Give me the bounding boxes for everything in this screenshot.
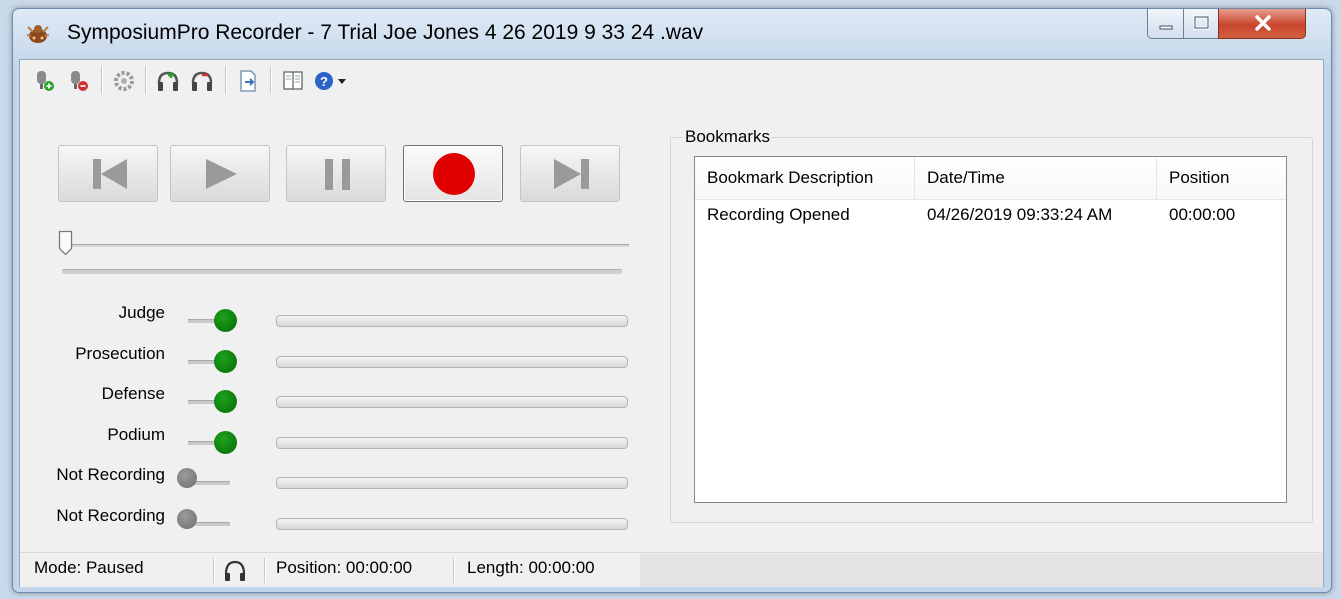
- toolbar-separator: [270, 66, 272, 94]
- bookmarks-header: Bookmark Description Date/Time Position: [695, 157, 1286, 200]
- app-window: SymposiumPro Recorder - 7 Trial Joe Jone…: [12, 8, 1332, 593]
- bookmark-position-cell: 00:00:00: [1169, 205, 1236, 224]
- maximize-button[interactable]: [1183, 9, 1219, 39]
- play-icon: [206, 159, 237, 189]
- window-title: SymposiumPro Recorder - 7 Trial Joe Jone…: [67, 21, 704, 44]
- column-header-description[interactable]: Bookmark Description: [695, 157, 915, 199]
- position-progress-bar: [62, 269, 622, 274]
- add-channel-icon[interactable]: [156, 69, 180, 93]
- channel-label: Podium: [107, 425, 165, 444]
- status-position: Position: 00:00:00: [276, 558, 413, 577]
- close-button[interactable]: [1218, 9, 1306, 39]
- toolbar-separator: [225, 66, 227, 94]
- bookmark-description-cell: Recording Opened: [707, 205, 850, 224]
- status-separator: [453, 558, 455, 583]
- column-header-position[interactable]: Position: [1157, 157, 1286, 199]
- play-button[interactable]: [170, 145, 270, 202]
- toolbar-separator: [101, 66, 103, 94]
- skip-back-icon: [93, 159, 127, 189]
- channel-label: Not Recording: [56, 506, 165, 525]
- channel-level-meter: [276, 315, 628, 327]
- toolbar: ?: [20, 60, 1323, 98]
- column-header-datetime[interactable]: Date/Time: [915, 157, 1157, 199]
- status-filler: [640, 554, 1323, 587]
- svg-text:?: ?: [320, 74, 328, 89]
- channel-level-meter: [276, 356, 628, 368]
- export-document-icon[interactable]: [236, 69, 260, 93]
- add-mic-icon[interactable]: [32, 69, 56, 93]
- channel-level-meter: [276, 396, 628, 408]
- status-separator: [213, 558, 215, 583]
- minimize-icon: [1159, 25, 1173, 30]
- headphones-icon: [224, 560, 246, 581]
- skip-back-button[interactable]: [58, 145, 158, 202]
- notebook-icon[interactable]: [281, 69, 305, 93]
- channel-label: Prosecution: [75, 344, 165, 363]
- channel-toggle-knob[interactable]: [214, 309, 237, 332]
- status-separator: [264, 558, 266, 583]
- channel-level-meter: [276, 518, 628, 530]
- channel-toggle-knob[interactable]: [177, 468, 197, 488]
- close-icon: [1255, 15, 1271, 31]
- channel-label: Defense: [101, 384, 165, 403]
- seek-slider-thumb[interactable]: [58, 230, 73, 256]
- seek-slider-track[interactable]: [64, 244, 629, 247]
- maximize-icon: [1193, 15, 1210, 30]
- channel-label: Not Recording: [56, 465, 165, 484]
- toolbar-separator: [145, 66, 147, 94]
- channel-level-meter: [276, 437, 628, 449]
- pause-button[interactable]: [286, 145, 386, 202]
- channel-label: Judge: [118, 303, 165, 322]
- pause-icon: [325, 159, 350, 190]
- record-icon: [433, 153, 475, 195]
- chevron-down-icon[interactable]: [338, 79, 346, 85]
- record-button[interactable]: [403, 145, 503, 202]
- help-icon[interactable]: ?: [313, 69, 337, 93]
- status-mode: Mode: Paused: [34, 558, 144, 577]
- remove-mic-icon[interactable]: [66, 69, 90, 93]
- app-logo-icon: [26, 25, 50, 43]
- bookmarks-list[interactable]: Bookmark Description Date/Time Position …: [694, 156, 1287, 503]
- minimize-button[interactable]: [1147, 9, 1184, 39]
- channel-toggle-knob[interactable]: [214, 431, 237, 454]
- bookmark-datetime-cell: 04/26/2019 09:33:24 AM: [927, 205, 1113, 224]
- channel-toggle-knob[interactable]: [214, 390, 237, 413]
- title-bar[interactable]: SymposiumPro Recorder - 7 Trial Joe Jone…: [13, 9, 1331, 59]
- channel-toggle-knob[interactable]: [177, 509, 197, 529]
- channel-toggle-knob[interactable]: [214, 350, 237, 373]
- status-length: Length: 00:00:00: [467, 558, 595, 577]
- remove-channel-icon[interactable]: [190, 69, 214, 93]
- skip-forward-button[interactable]: [520, 145, 620, 202]
- settings-gear-icon[interactable]: [112, 69, 136, 93]
- bookmarks-label: Bookmarks: [683, 127, 773, 147]
- channel-level-meter: [276, 477, 628, 489]
- client-area: ? Judge Prosecution Defense Podium Not Recor…: [19, 59, 1324, 587]
- status-bar: Mode: Paused Position: 00:00:00 Length: …: [20, 552, 1323, 587]
- skip-forward-icon: [554, 159, 589, 189]
